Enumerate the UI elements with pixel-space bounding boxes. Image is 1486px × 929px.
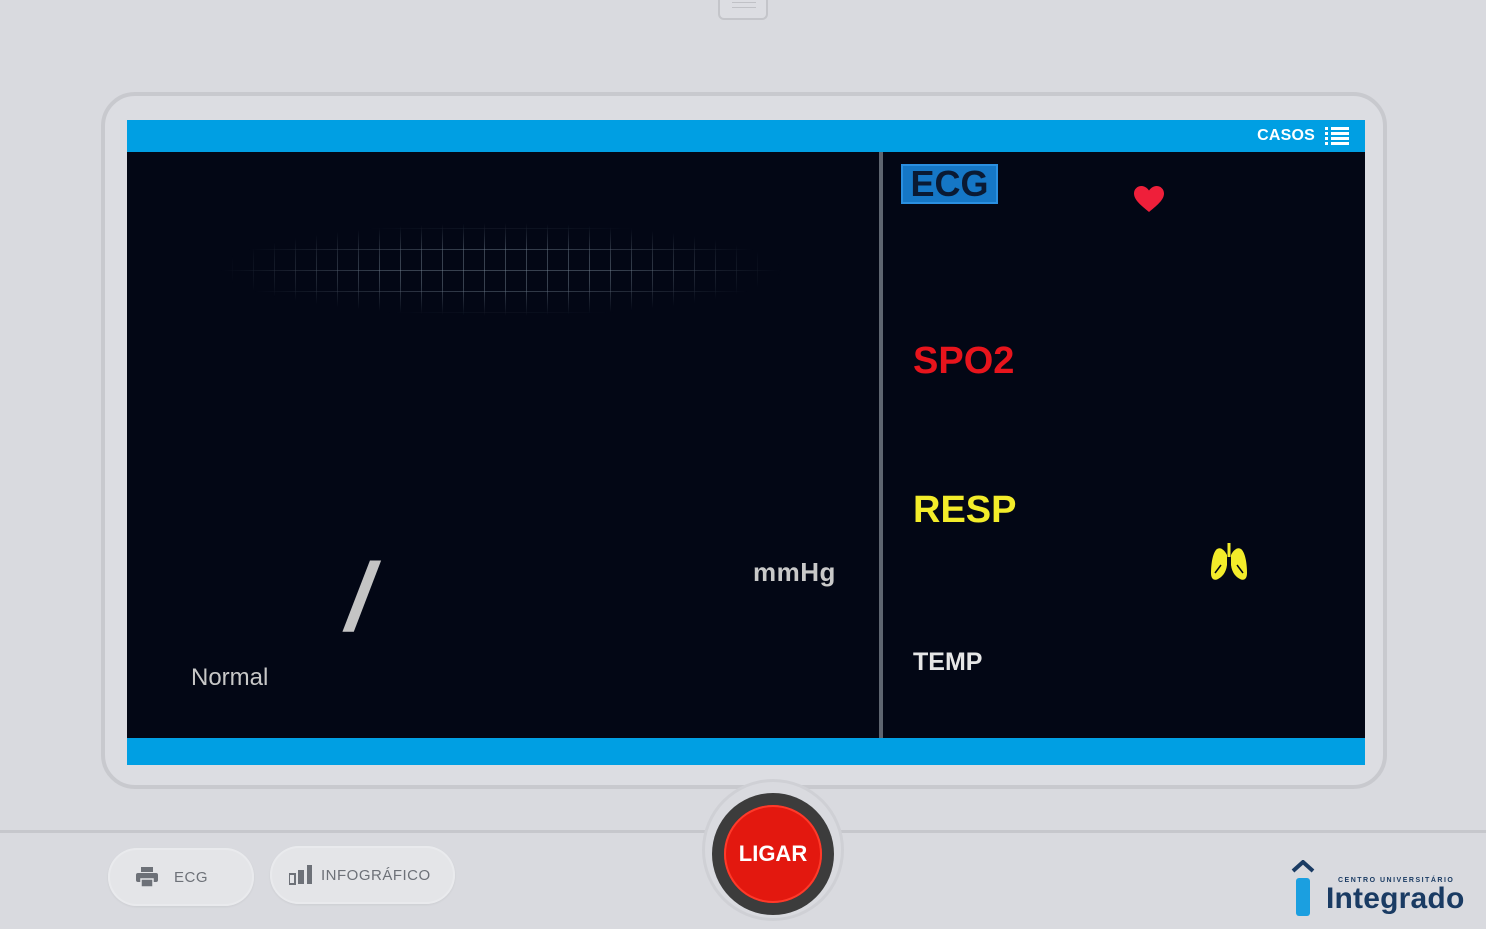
blood-pressure-status: Normal [191,664,269,691]
logo-mark-icon [1291,860,1315,916]
screen-divider [879,152,883,738]
blood-pressure-unit: mmHg [753,557,836,587]
ligar-label: LIGAR [724,805,822,903]
ecg-label: ECG [901,163,998,204]
infographic-button-label: INFOGRÁFICO [321,866,431,884]
top-menu-tab[interactable] [718,0,768,20]
ecg-grid [127,207,875,332]
lungs-icon [1211,543,1247,580]
casos-button[interactable]: CASOS [1257,120,1349,152]
resp-label: RESP [913,489,1017,531]
integrado-logo: CENTRO UNIVERSITÁRIO Integrado [1290,860,1464,920]
list-icon [1325,127,1349,145]
heart-icon [1134,186,1164,212]
monitor-footer-bar [127,738,1365,765]
blood-pressure-separator: / [346,544,373,651]
temp-label: TEMP [913,648,983,676]
monitor-header-bar: CASOS [127,120,1365,152]
printer-icon [136,867,158,887]
ecg-button-label: ECG [174,868,209,886]
logo-title: Integrado [1326,882,1465,915]
casos-label: CASOS [1257,127,1315,144]
ecg-print-button[interactable]: ECG [108,848,254,906]
infographic-button[interactable]: INFOGRÁFICO [270,846,455,904]
ligar-power-button[interactable]: LIGAR [712,793,834,915]
bar-chart-icon [289,865,312,885]
spo2-label: SPO2 [913,340,1015,382]
monitor-screen: / mmHg Normal ECG SPO2 RESP TEMP [127,152,1365,738]
